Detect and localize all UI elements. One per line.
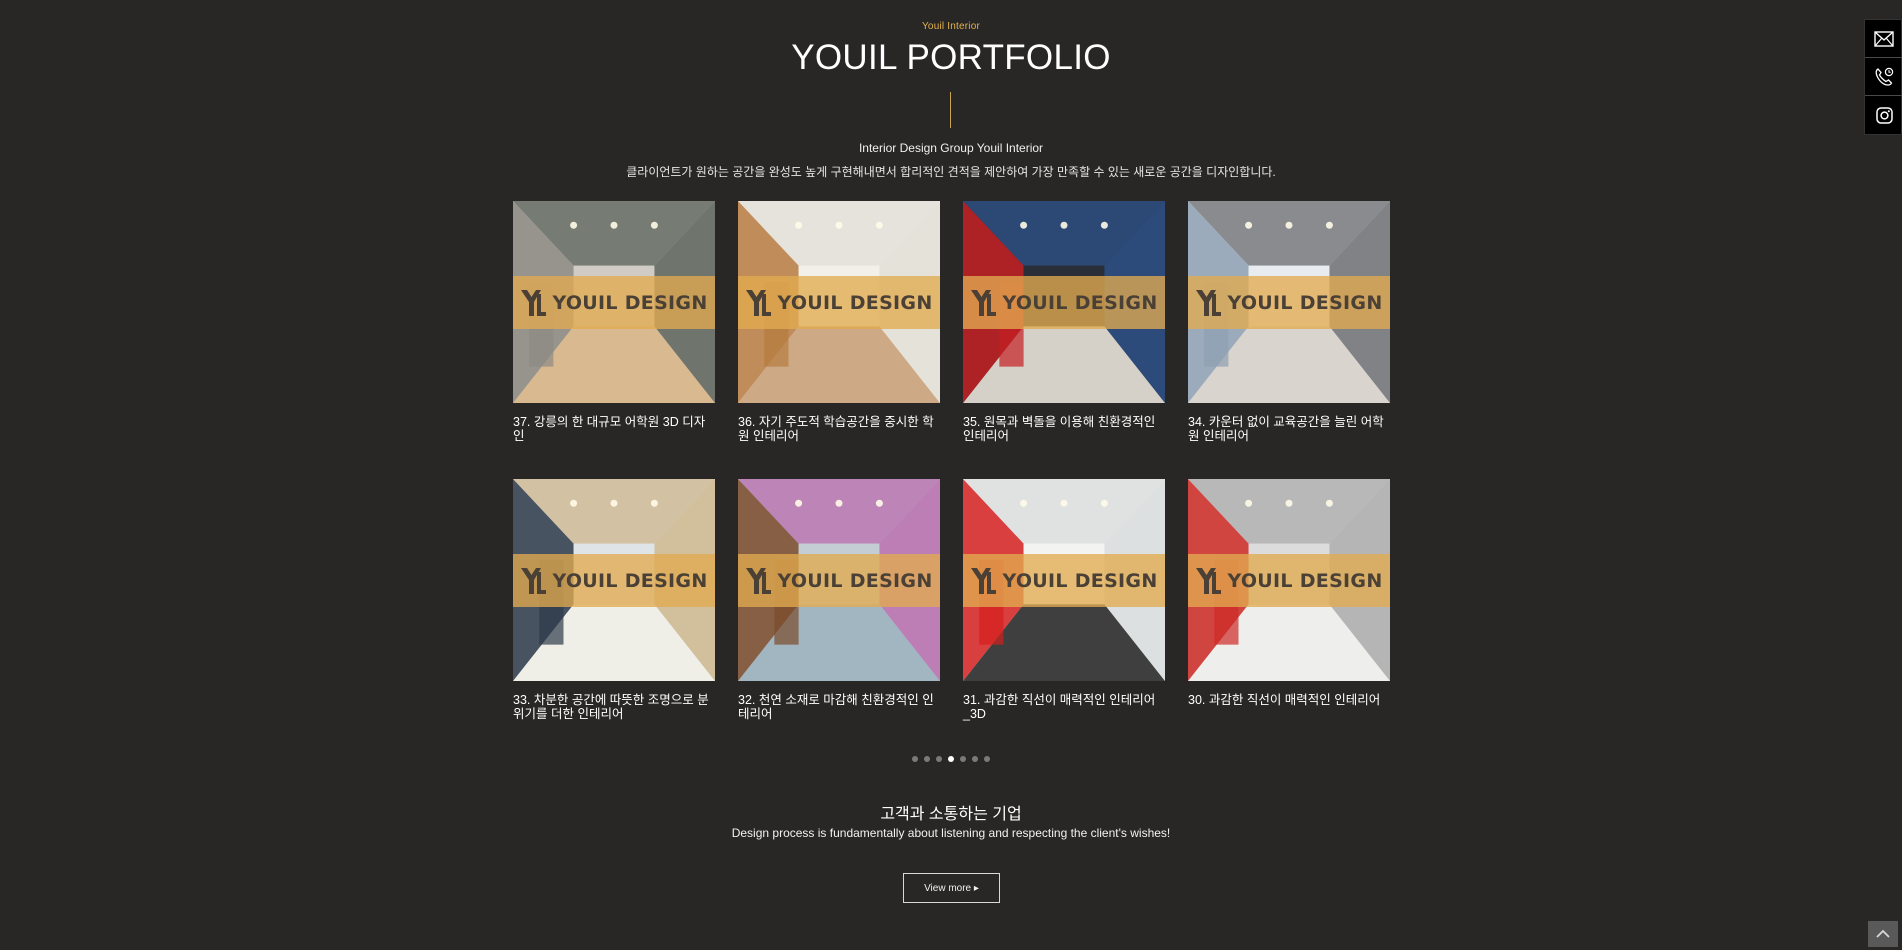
pagination-dot[interactable] bbox=[936, 756, 942, 762]
portfolio-thumbnail[interactable]: YOUIL DESIGN bbox=[1188, 201, 1390, 403]
portfolio-title[interactable]: 30. 과감한 직선이 매력적인 인테리어 bbox=[1188, 693, 1390, 707]
section-subtitle: Design process is fundamentally about li… bbox=[731, 826, 1171, 840]
portfolio-thumbnail[interactable]: YOUIL DESIGN bbox=[738, 479, 940, 681]
portfolio-title[interactable]: 37. 강릉의 한 대규모 어학원 3D 디자인 bbox=[513, 415, 715, 443]
watermark-text: YOUIL DESIGN bbox=[777, 291, 933, 314]
portfolio-title[interactable]: 31. 과감한 직선이 매력적인 인테리어_3D bbox=[963, 693, 1165, 721]
watermark-band: YOUIL DESIGN bbox=[1188, 276, 1390, 329]
intro-text: 클라이언트가 원하는 공간을 완성도 높게 구현해내면서 합리적인 견적을 제안… bbox=[626, 165, 1276, 179]
portfolio-card[interactable]: YOUIL DESIGN 35. 원목과 벽돌을 이용해 친환경적인 인테리어 bbox=[963, 201, 1165, 479]
portfolio-thumbnail[interactable]: YOUIL DESIGN bbox=[513, 201, 715, 403]
portfolio-card[interactable]: YOUIL DESIGN 31. 과감한 직선이 매력적인 인테리어_3D bbox=[963, 479, 1165, 757]
portfolio-thumbnail[interactable]: YOUIL DESIGN bbox=[1188, 479, 1390, 681]
watermark-band: YOUIL DESIGN bbox=[1188, 554, 1390, 607]
mail-icon bbox=[1874, 30, 1894, 47]
pagination-dot[interactable] bbox=[972, 756, 978, 762]
email-button[interactable] bbox=[1865, 20, 1902, 58]
portfolio-title[interactable]: 32. 천연 소재로 마감해 친환경적인 인테리어 bbox=[738, 693, 940, 721]
portfolio-thumbnail[interactable]: YOUIL DESIGN bbox=[963, 201, 1165, 403]
page-title: YOUIL PORTFOLIO bbox=[791, 38, 1111, 77]
watermark-band: YOUIL DESIGN bbox=[963, 554, 1165, 607]
chevron-up-icon bbox=[1876, 929, 1890, 938]
title-divider bbox=[950, 92, 951, 128]
pagination-dot[interactable] bbox=[948, 756, 954, 762]
watermark-text: YOUIL DESIGN bbox=[552, 291, 708, 314]
portfolio-thumbnail[interactable]: YOUIL DESIGN bbox=[963, 479, 1165, 681]
youil-logo-icon bbox=[1196, 289, 1222, 316]
pagination-dot[interactable] bbox=[912, 756, 918, 762]
watermark-text: YOUIL DESIGN bbox=[1002, 291, 1158, 314]
watermark-band: YOUIL DESIGN bbox=[513, 554, 715, 607]
portfolio-thumbnail[interactable]: YOUIL DESIGN bbox=[738, 201, 940, 403]
quick-contact-bar bbox=[1864, 19, 1902, 135]
portfolio-title[interactable]: 34. 카운터 없이 교육공간을 늘린 어학원 인테리어 bbox=[1188, 415, 1390, 443]
portfolio-card[interactable]: YOUIL DESIGN 36. 자기 주도적 학습공간을 중시한 학원 인테리… bbox=[738, 201, 940, 479]
youil-logo-icon bbox=[1196, 567, 1222, 594]
watermark-band: YOUIL DESIGN bbox=[513, 276, 715, 329]
youil-logo-icon bbox=[746, 289, 772, 316]
portfolio-title[interactable]: 36. 자기 주도적 학습공간을 중시한 학원 인테리어 bbox=[738, 415, 940, 443]
youil-logo-icon bbox=[521, 567, 547, 594]
scroll-top-button[interactable] bbox=[1868, 921, 1898, 947]
portfolio-card[interactable]: YOUIL DESIGN 30. 과감한 직선이 매력적인 인테리어 bbox=[1188, 479, 1390, 757]
pagination-dot[interactable] bbox=[984, 756, 990, 762]
watermark-text: YOUIL DESIGN bbox=[1227, 569, 1383, 592]
portfolio-grid: YOUIL DESIGN 37. 강릉의 한 대규모 어학원 3D 디자인 YO… bbox=[513, 201, 1391, 757]
tagline: Interior Design Group Youil Interior bbox=[858, 141, 1044, 155]
watermark-text: YOUIL DESIGN bbox=[1002, 569, 1158, 592]
carousel-pagination bbox=[912, 756, 990, 762]
portfolio-card[interactable]: YOUIL DESIGN 32. 천연 소재로 마감해 친환경적인 인테리어 bbox=[738, 479, 940, 757]
watermark-text: YOUIL DESIGN bbox=[1227, 291, 1383, 314]
portfolio-title[interactable]: 35. 원목과 벽돌을 이용해 친환경적인 인테리어 bbox=[963, 415, 1165, 443]
instagram-icon bbox=[1875, 106, 1893, 124]
youil-logo-icon bbox=[971, 567, 997, 594]
youil-logo-icon bbox=[521, 289, 547, 316]
youil-logo-icon bbox=[746, 567, 772, 594]
phone-icon bbox=[1875, 67, 1894, 86]
watermark-band: YOUIL DESIGN bbox=[963, 276, 1165, 329]
section-title: 고객과 소통하는 기업 bbox=[880, 806, 1022, 823]
portfolio-card[interactable]: YOUIL DESIGN 34. 카운터 없이 교육공간을 늘린 어학원 인테리… bbox=[1188, 201, 1390, 479]
view-more-button[interactable]: View more ▸ bbox=[903, 873, 1000, 903]
portfolio-card[interactable]: YOUIL DESIGN 33. 차분한 공간에 따뜻한 조명으로 분위기를 더… bbox=[513, 479, 715, 757]
portfolio-page: Youil Interior YOUIL PORTFOLIO Interior … bbox=[0, 0, 1902, 950]
watermark-text: YOUIL DESIGN bbox=[552, 569, 708, 592]
pagination-dot[interactable] bbox=[960, 756, 966, 762]
portfolio-thumbnail[interactable]: YOUIL DESIGN bbox=[513, 479, 715, 681]
watermark-band: YOUIL DESIGN bbox=[738, 554, 940, 607]
watermark-text: YOUIL DESIGN bbox=[777, 569, 933, 592]
portfolio-title[interactable]: 33. 차분한 공간에 따뜻한 조명으로 분위기를 더한 인테리어 bbox=[513, 693, 715, 721]
section-eyebrow: Youil Interior bbox=[921, 21, 981, 32]
pagination-dot[interactable] bbox=[924, 756, 930, 762]
youil-logo-icon bbox=[971, 289, 997, 316]
instagram-button[interactable] bbox=[1865, 96, 1902, 134]
phone-button[interactable] bbox=[1865, 58, 1902, 96]
portfolio-card[interactable]: YOUIL DESIGN 37. 강릉의 한 대규모 어학원 3D 디자인 bbox=[513, 201, 715, 479]
watermark-band: YOUIL DESIGN bbox=[738, 276, 940, 329]
